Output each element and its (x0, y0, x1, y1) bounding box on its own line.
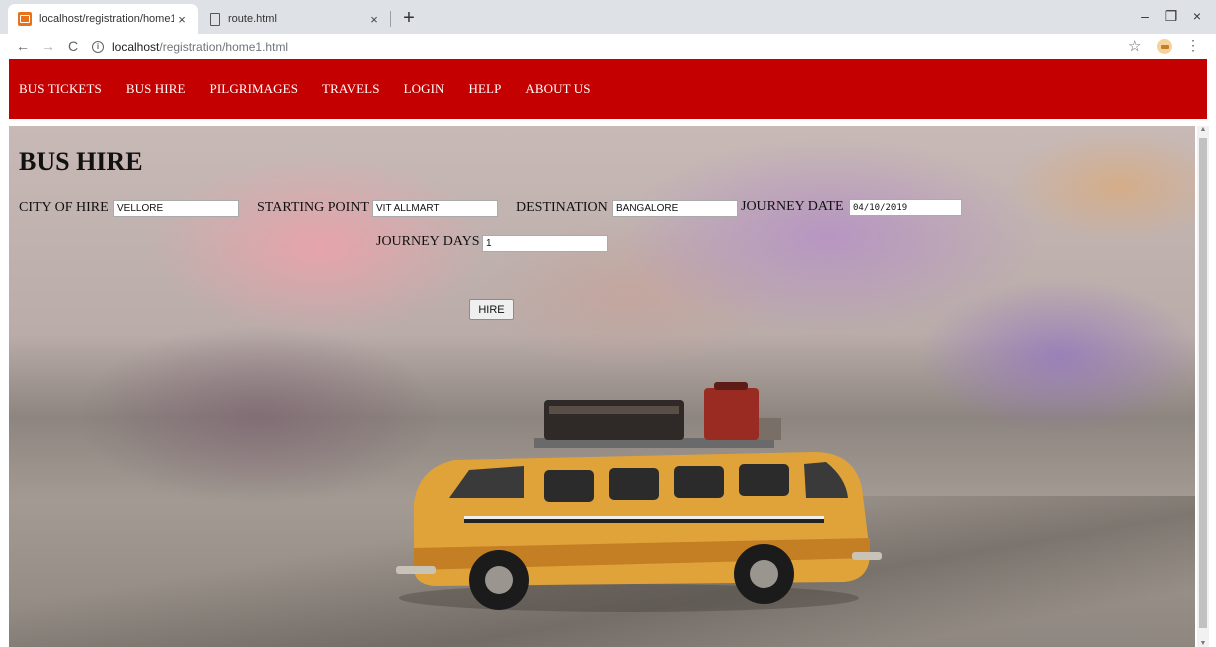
scroll-down-arrow-icon[interactable]: ▼ (1199, 640, 1207, 647)
window-close-button[interactable]: × (1185, 5, 1209, 27)
tab-route[interactable]: route.html × (198, 4, 390, 34)
city-of-hire-input[interactable] (113, 200, 239, 217)
back-button[interactable]: ← (13, 36, 33, 56)
bookmark-star-icon[interactable]: ☆ (1128, 37, 1141, 55)
starting-point-input[interactable] (372, 200, 498, 217)
tab-title: route.html (228, 13, 277, 25)
address-bar[interactable]: i localhost/registration/home1.html (92, 36, 1102, 57)
reload-button[interactable]: C (63, 36, 83, 56)
url-host: localhost (112, 39, 160, 54)
tab-home1[interactable]: localhost/registration/home1.htm × (8, 4, 198, 34)
journey-date-label: JOURNEY DATE (741, 199, 844, 214)
minimize-button[interactable]: – (1133, 5, 1157, 27)
journey-days-input[interactable] (482, 235, 608, 252)
info-icon[interactable]: i (92, 40, 104, 53)
extension-icon[interactable] (1157, 39, 1172, 54)
journey-date-input[interactable] (849, 199, 962, 216)
restore-button[interactable]: ❐ (1159, 5, 1183, 27)
url-path: /registration/home1.html (159, 39, 289, 54)
destination-input[interactable] (612, 200, 738, 217)
tab-separator (390, 11, 391, 27)
scroll-up-arrow-icon[interactable]: ▲ (1199, 126, 1207, 133)
page-title: BUS HIRE (19, 147, 143, 176)
tab-close-icon[interactable]: × (174, 12, 190, 27)
site-favicon-icon (18, 12, 32, 26)
tab-strip: localhost/registration/home1.htm × route… (0, 0, 1216, 34)
hire-button[interactable]: HIRE (469, 299, 514, 320)
browser-toolbar: ← → C i localhost/registration/home1.htm… (0, 34, 1216, 59)
document-icon (210, 12, 220, 26)
nav-login[interactable]: LOGIN (404, 81, 445, 97)
forward-button[interactable]: → (38, 36, 58, 56)
toy-bus-image (396, 382, 882, 612)
starting-point-label: STARTING POINT (257, 200, 369, 215)
menu-icon[interactable]: ⋮ (1186, 37, 1200, 54)
tab-close-icon[interactable]: × (366, 12, 382, 27)
tab-title: localhost/registration/home1.htm (39, 13, 174, 25)
top-navigation: BUS TICKETS BUS HIRE PILGRIMAGES TRAVELS… (9, 59, 1207, 119)
scroll-thumb[interactable] (1199, 138, 1207, 628)
page-scrollbar[interactable]: ▲ ▼ (1197, 126, 1209, 647)
city-of-hire-label: CITY OF HIRE (19, 200, 109, 215)
nav-bus-hire[interactable]: BUS HIRE (126, 81, 186, 97)
new-tab-button[interactable]: + (399, 6, 419, 30)
nav-about-us[interactable]: ABOUT US (525, 81, 590, 97)
nav-travels[interactable]: TRAVELS (322, 81, 380, 97)
web-page: BUS TICKETS BUS HIRE PILGRIMAGES TRAVELS… (0, 59, 1216, 647)
destination-label: DESTINATION (516, 200, 608, 215)
nav-help[interactable]: HELP (469, 81, 502, 97)
nav-bus-tickets[interactable]: BUS TICKETS (19, 81, 102, 97)
nav-pilgrimages[interactable]: PILGRIMAGES (210, 81, 299, 97)
journey-days-label: JOURNEY DAYS (376, 234, 480, 249)
